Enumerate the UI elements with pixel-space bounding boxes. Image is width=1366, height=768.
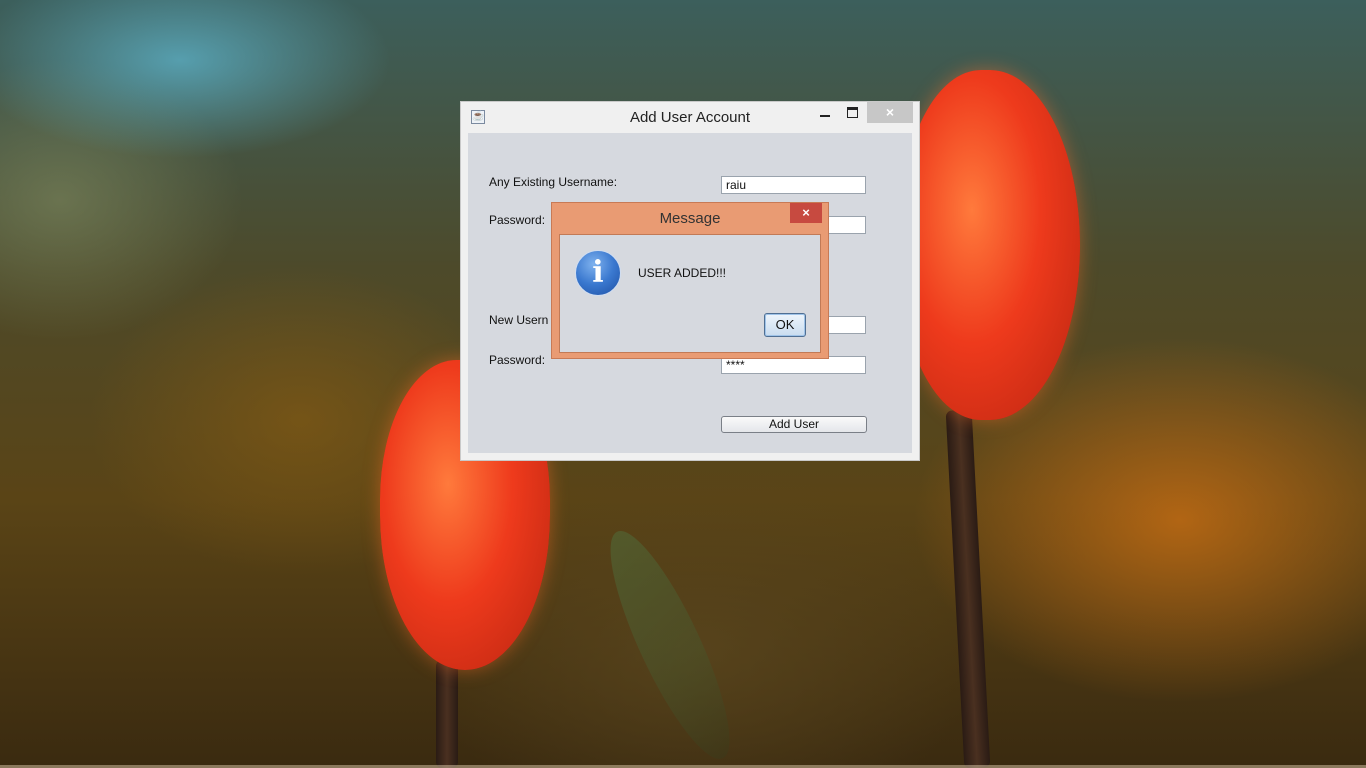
desktop-wallpaper: ☕ Add User Account × Any Existing Userna… xyxy=(0,0,1366,768)
dialog-body: i USER ADDED!!! OK xyxy=(559,234,821,353)
existing-username-label: Any Existing Username: xyxy=(489,175,618,189)
dialog-close-button[interactable]: × xyxy=(790,203,822,223)
tulip-stem-right xyxy=(945,409,991,768)
info-icon: i xyxy=(575,250,621,296)
maximize-button[interactable] xyxy=(841,102,863,123)
new-password-label: Password: xyxy=(489,353,546,367)
message-text: USER ADDED!!! xyxy=(638,266,727,280)
add-user-button[interactable]: Add User xyxy=(721,416,867,433)
window-close-button[interactable]: × xyxy=(867,102,913,123)
leaf-shape xyxy=(589,519,751,768)
existing-username-input[interactable] xyxy=(721,176,866,194)
new-username-label: New Usern xyxy=(489,313,549,327)
tulip-flower-right xyxy=(900,70,1080,420)
existing-password-label: Password: xyxy=(489,213,546,227)
message-dialog: Message × i USER ADDED!!! OK xyxy=(551,202,829,359)
tulip-stem-left xyxy=(436,660,458,768)
ok-button[interactable]: OK xyxy=(764,313,806,337)
minimize-button[interactable] xyxy=(814,102,836,123)
dialog-title: Message xyxy=(659,210,721,227)
window-titlebar[interactable]: ☕ Add User Account × xyxy=(461,102,919,132)
